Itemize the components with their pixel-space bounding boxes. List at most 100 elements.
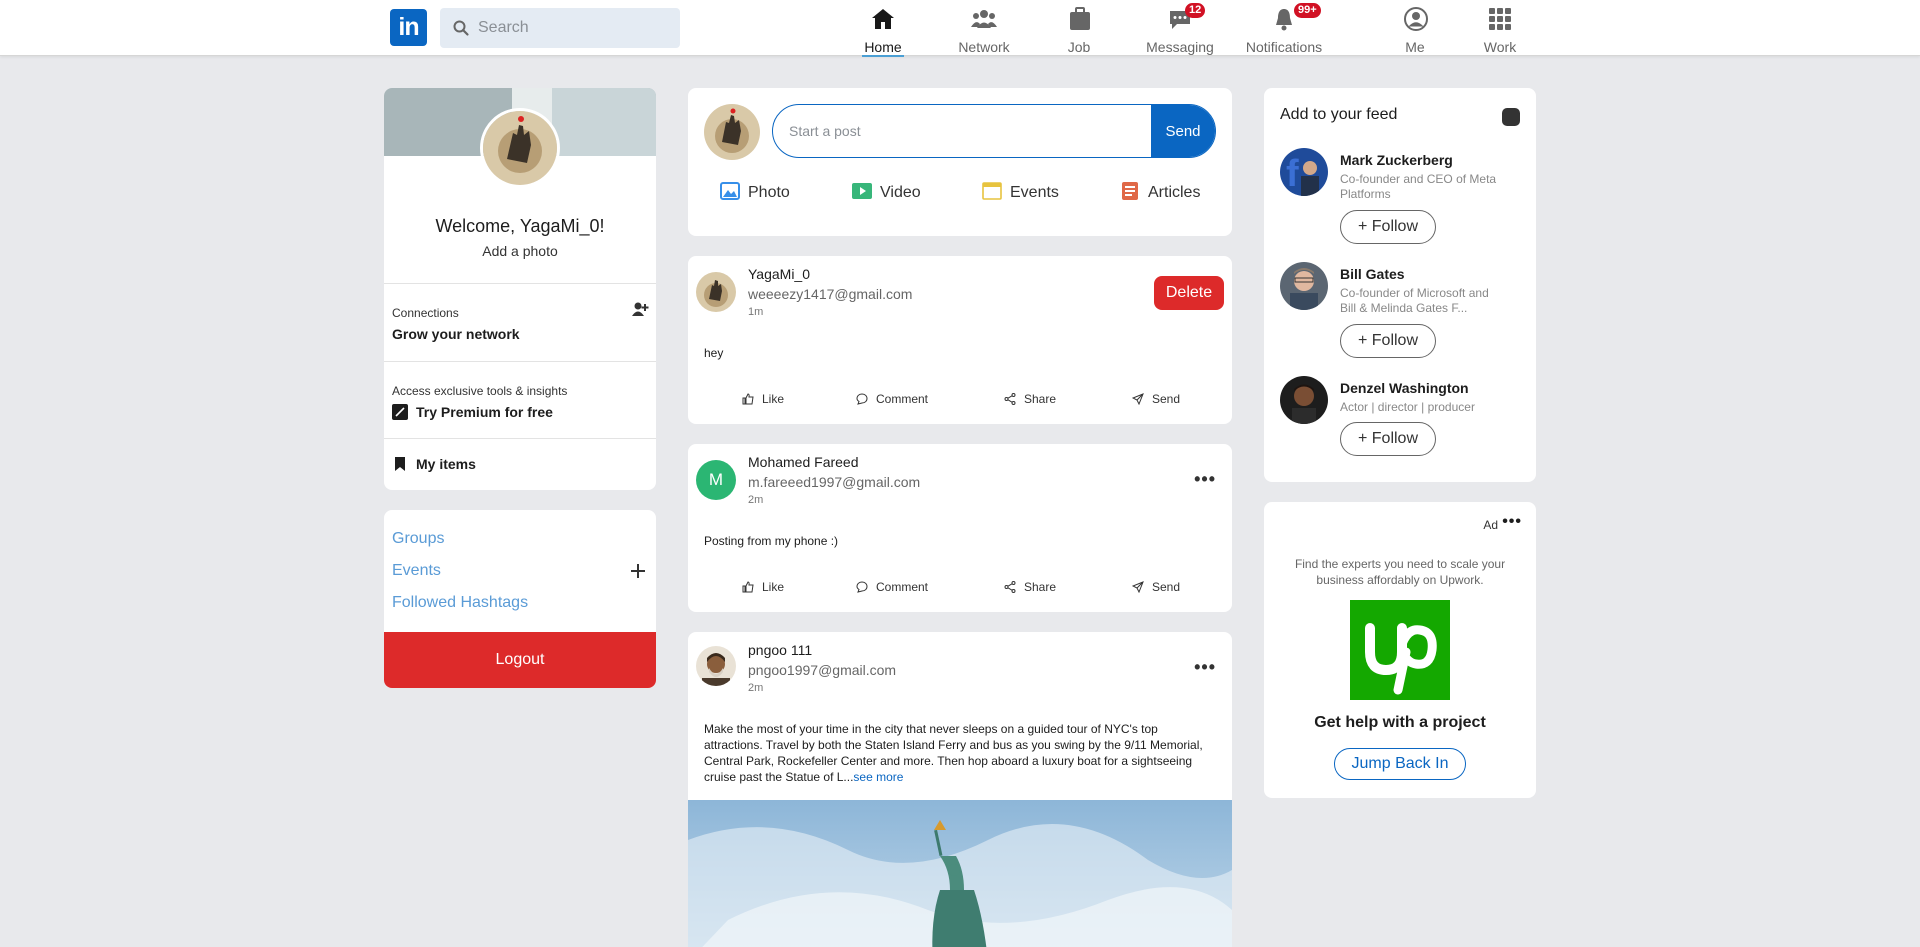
groups-link[interactable]: Groups xyxy=(392,530,444,548)
add-to-feed-card: Add to your feed f Mark Zuckerberg Co-fo… xyxy=(1264,88,1536,482)
logout-button[interactable]: Logout xyxy=(384,632,656,688)
post-avatar[interactable]: M xyxy=(696,460,736,500)
composer-avatar xyxy=(704,104,760,160)
user-circle-icon xyxy=(1404,7,1428,31)
grid-icon xyxy=(1489,8,1511,30)
linkedin-logo[interactable]: in xyxy=(390,9,427,46)
articles-action[interactable]: Articles xyxy=(1120,182,1200,206)
jump-back-in-button[interactable]: Jump Back In xyxy=(1334,748,1466,780)
nav-work-label: Work xyxy=(1483,39,1517,55)
nav-me[interactable]: Me xyxy=(1403,4,1428,56)
more-options-icon[interactable]: ••• xyxy=(1194,470,1216,488)
feed-avatar[interactable] xyxy=(1280,376,1328,424)
post-avatar[interactable] xyxy=(696,272,736,312)
post-avatar[interactable] xyxy=(696,646,736,686)
plus-icon[interactable] xyxy=(630,563,646,579)
nav-messaging-label: Messaging xyxy=(1146,39,1214,55)
nav-work[interactable]: Work xyxy=(1483,4,1517,56)
share-button[interactable]: Share xyxy=(1004,580,1056,594)
send-button[interactable]: Send xyxy=(1132,580,1180,594)
nav-me-label: Me xyxy=(1405,39,1425,55)
followed-hashtags-link[interactable]: Followed Hashtags xyxy=(392,594,528,612)
composer-send-button[interactable]: Send xyxy=(1151,105,1215,157)
my-items-link[interactable]: My items xyxy=(416,456,476,472)
feed-person-desc: Co-founder and CEO of Meta Platforms xyxy=(1340,172,1497,201)
nav-job-label: Job xyxy=(1067,39,1091,55)
send-icon xyxy=(1132,581,1144,593)
send-label: Send xyxy=(1152,392,1181,406)
add-photo-link[interactable]: Add a photo xyxy=(384,243,656,259)
post-time: 2m xyxy=(748,682,764,694)
follow-button[interactable]: + Follow xyxy=(1340,210,1436,244)
see-more-link[interactable]: see more xyxy=(853,770,903,784)
briefcase-icon xyxy=(1070,7,1090,30)
home-icon xyxy=(872,9,894,29)
welcome-text: Welcome, YagaMi_0! xyxy=(435,216,605,236)
network-icon xyxy=(971,10,997,28)
video-label: Video xyxy=(880,184,921,201)
follow-button[interactable]: + Follow xyxy=(1340,422,1436,456)
add-person-icon[interactable] xyxy=(631,301,649,317)
comment-label: Comment xyxy=(876,392,929,406)
search-input[interactable] xyxy=(478,8,674,48)
delete-post-button[interactable]: Delete xyxy=(1154,276,1224,310)
post-author-email: pngoo1997@gmail.com xyxy=(748,662,897,678)
nav-notifications[interactable]: 99+ Notifications xyxy=(1234,3,1334,56)
comment-button[interactable]: Comment xyxy=(856,392,928,406)
video-action[interactable]: Video xyxy=(852,182,921,206)
svg-text:f: f xyxy=(1286,153,1299,195)
photo-icon xyxy=(720,182,740,200)
feed-person-name[interactable]: Bill Gates xyxy=(1340,266,1405,282)
comment-button[interactable]: Comment xyxy=(856,580,928,594)
post-card: YagaMi_0 weeeezy1417@gmail.com 1m Delete… xyxy=(688,256,1232,424)
post-author-name[interactable]: YagaMi_0 xyxy=(748,266,810,282)
nav-notifications-label: Notifications xyxy=(1245,39,1323,55)
share-icon xyxy=(1004,393,1016,405)
photo-action[interactable]: Photo xyxy=(720,182,790,206)
post-body-text: Make the most of your time in the city t… xyxy=(704,722,1203,784)
nav-home[interactable]: Home xyxy=(862,4,904,57)
post-time: 1m xyxy=(748,306,764,318)
events-link[interactable]: Events xyxy=(392,562,441,580)
nav-job[interactable]: Job xyxy=(1067,4,1091,56)
feed-avatar[interactable] xyxy=(1280,262,1328,310)
profile-card: Welcome, YagaMi_0! Add a photo Connectio… xyxy=(384,88,656,490)
like-button[interactable]: Like xyxy=(742,580,784,594)
search-box[interactable] xyxy=(440,8,680,48)
post-body: Make the most of your time in the city t… xyxy=(704,721,1214,785)
feed-person-desc: Co-founder of Microsoft and Bill & Melin… xyxy=(1340,286,1489,315)
feed-person-name[interactable]: Mark Zuckerberg xyxy=(1340,152,1453,168)
try-premium-link[interactable]: Try Premium for free xyxy=(416,404,553,420)
more-options-icon[interactable]: ••• xyxy=(1194,658,1216,676)
share-button[interactable]: Share xyxy=(1004,392,1056,406)
post-author-name[interactable]: pngoo 111 xyxy=(748,642,812,658)
grow-network-link[interactable]: Grow your network xyxy=(392,326,520,342)
events-label: Events xyxy=(1010,184,1059,201)
video-icon xyxy=(852,183,872,199)
upwork-logo[interactable] xyxy=(1350,600,1450,700)
info-icon[interactable] xyxy=(1502,108,1520,126)
like-label: Like xyxy=(762,580,785,594)
send-button[interactable]: Send xyxy=(1132,392,1180,406)
start-post-field[interactable]: Send xyxy=(772,104,1216,158)
feed-title: Add to your feed xyxy=(1280,106,1398,123)
thumbs-up-icon xyxy=(742,393,754,405)
top-navbar: in Home Network Job 12 Messaging 99+ Not… xyxy=(0,0,1920,57)
profile-avatar[interactable] xyxy=(480,108,560,188)
like-button[interactable]: Like xyxy=(742,392,784,406)
ad-options-icon[interactable]: ••• xyxy=(1502,514,1522,530)
nav-messaging[interactable]: 12 Messaging xyxy=(1145,3,1215,56)
nav-network[interactable]: Network xyxy=(956,4,1012,56)
article-icon xyxy=(1122,182,1138,200)
post-image[interactable] xyxy=(688,800,1232,947)
feed-person-name[interactable]: Denzel Washington xyxy=(1340,380,1469,396)
post-author-name[interactable]: Mohamed Fareed xyxy=(748,454,859,470)
post-card: M Mohamed Fareed m.fareeed1997@gmail.com… xyxy=(688,444,1232,612)
feed-avatar[interactable]: f xyxy=(1280,148,1328,196)
thumbs-up-icon xyxy=(742,581,754,593)
start-post-input[interactable] xyxy=(773,105,1153,157)
calendar-icon xyxy=(982,182,1002,200)
events-action[interactable]: Events xyxy=(982,182,1059,206)
follow-button[interactable]: + Follow xyxy=(1340,324,1436,358)
nav-home-label: Home xyxy=(864,39,902,55)
